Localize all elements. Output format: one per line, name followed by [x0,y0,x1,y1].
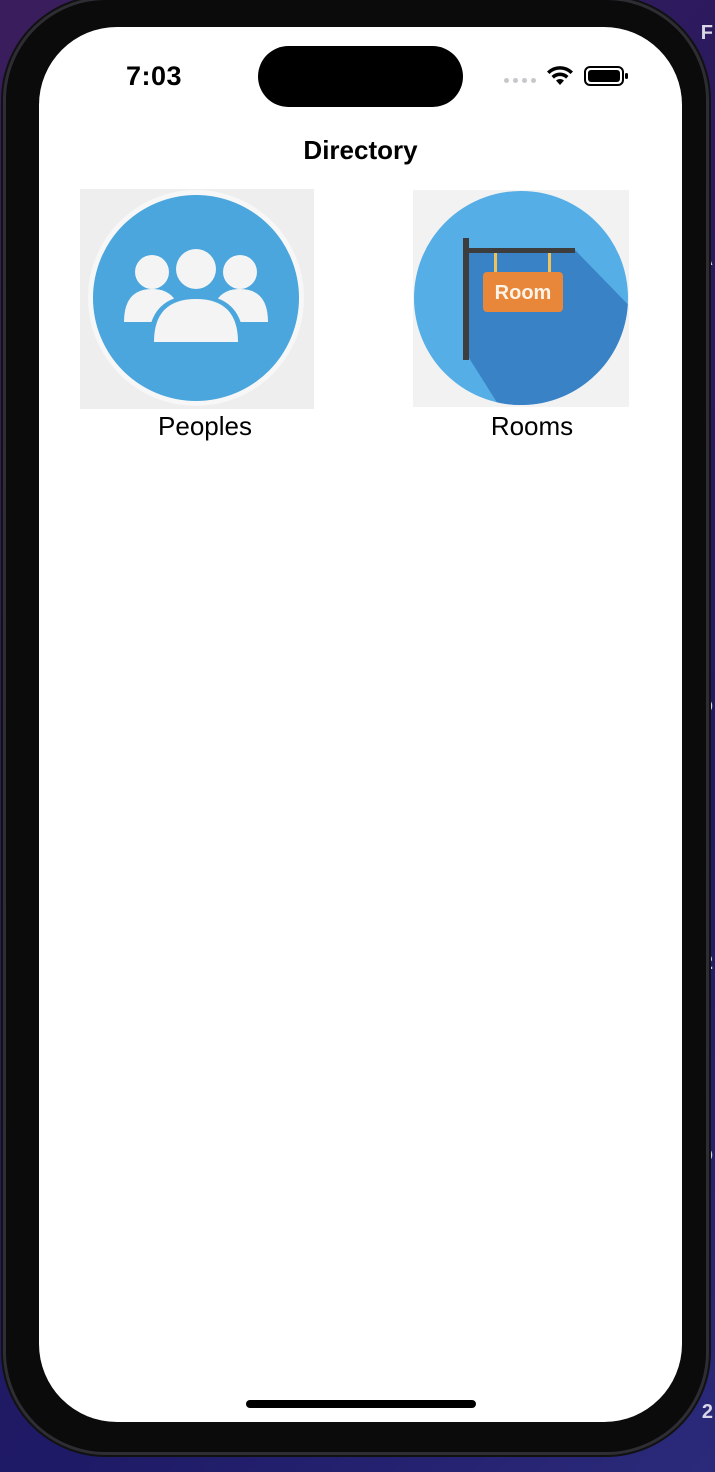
page-title: Directory [303,135,418,165]
wifi-icon [547,66,573,85]
room-sign-text: Room [495,282,552,304]
room-sign-icon[interactable]: Room [413,190,629,407]
status-time: 7:03 [126,61,183,91]
people-group-icon[interactable] [80,189,314,409]
app-screen: 7:03 Directory Peoples Room Rooms [39,27,682,1422]
rooms-label[interactable]: Rooms [413,411,651,442]
status-icons [504,65,630,87]
phone-frame: 7:03 Directory Peoples Room Rooms [6,0,706,1452]
desktop-edge-glyph: F [700,22,713,44]
cellular-signal-icon [504,69,536,83]
home-indicator[interactable] [246,1400,476,1408]
peoples-label[interactable]: Peoples [80,411,330,442]
battery-icon [584,66,628,86]
dynamic-island [258,46,463,107]
desktop-edge-glyph: 2 [701,1401,713,1423]
